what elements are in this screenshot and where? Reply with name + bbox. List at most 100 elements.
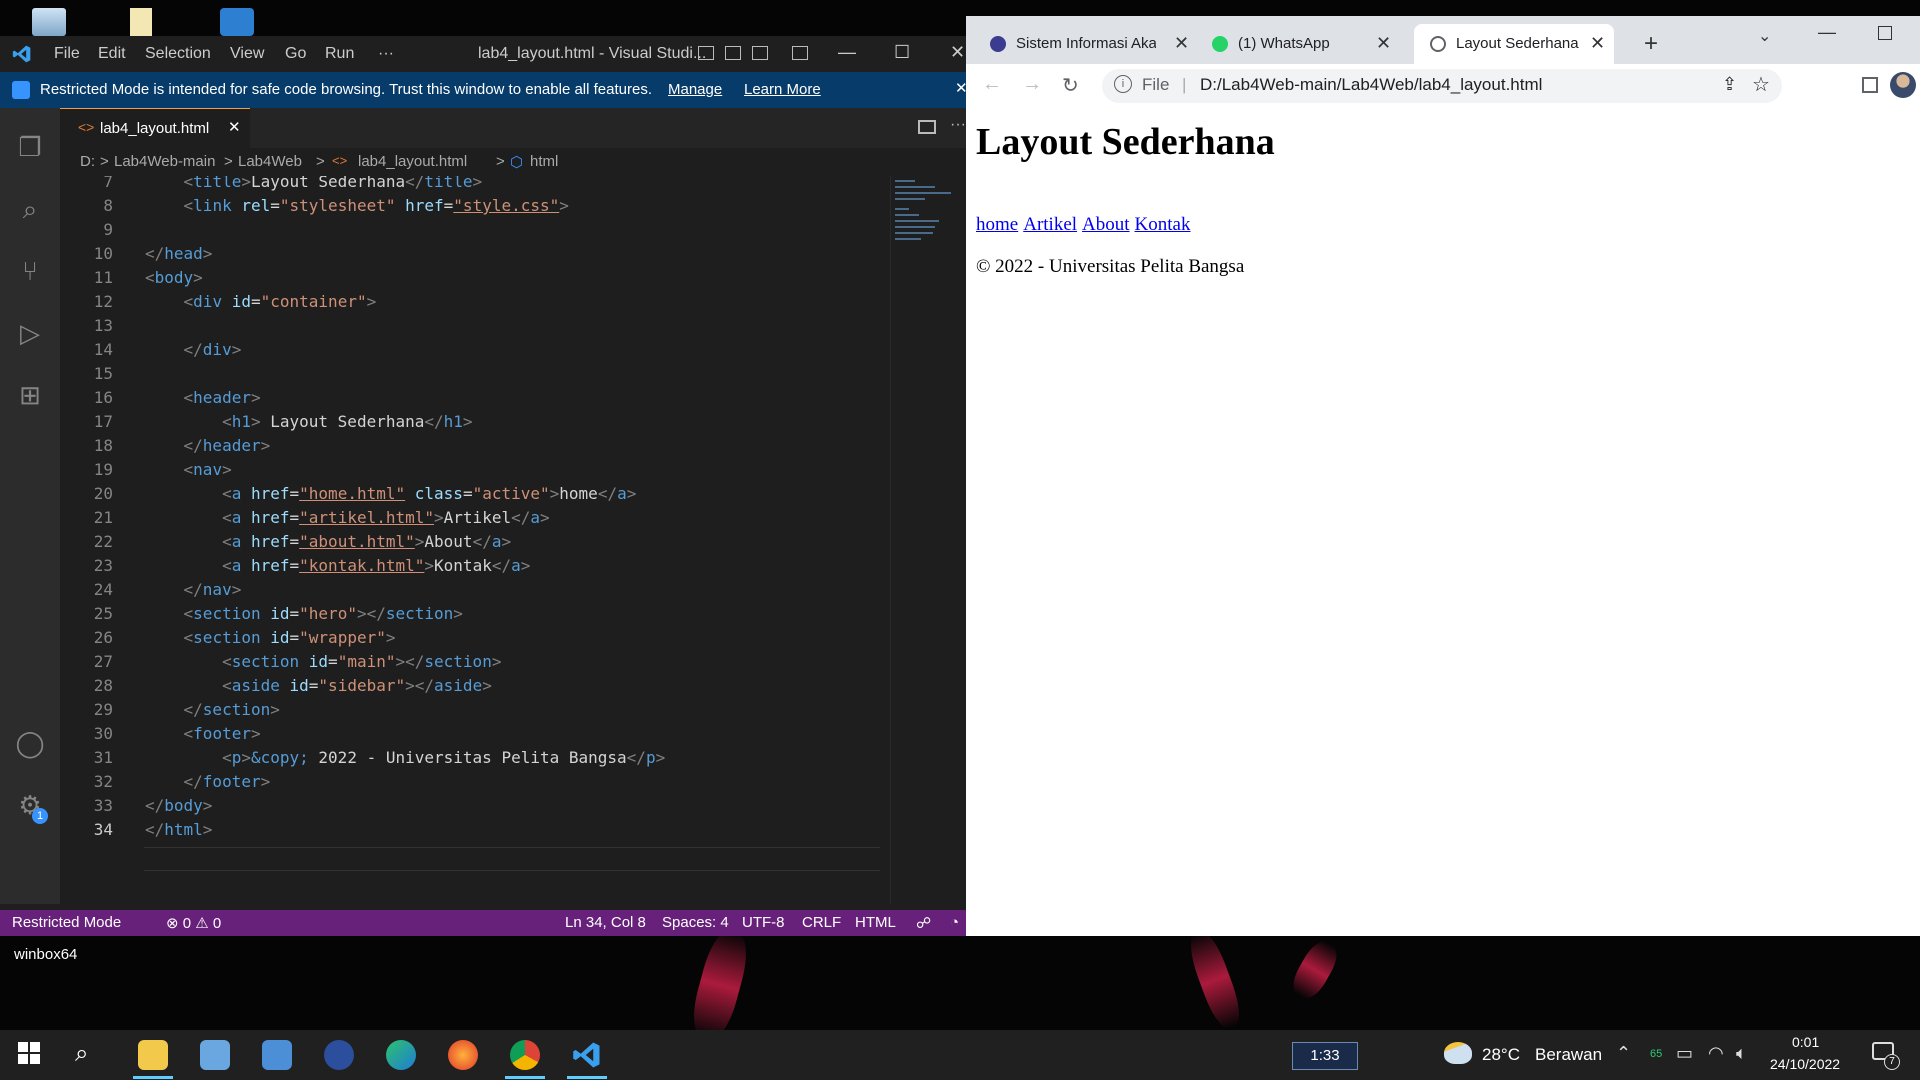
weather-description[interactable]: Berawan <box>1535 1045 1602 1065</box>
tab-lab4-layout[interactable]: <> lab4_layout.html ✕ <box>60 108 250 149</box>
back-icon[interactable]: ← <box>982 73 1002 96</box>
maximize-icon[interactable]: ☐ <box>894 42 910 63</box>
side-panel-icon[interactable] <box>1862 77 1878 93</box>
vscode-icon[interactable] <box>572 1040 602 1070</box>
site-info-icon[interactable]: i <box>1114 75 1132 93</box>
running-indicator <box>505 1076 545 1079</box>
search-icon[interactable]: ⌕ <box>15 194 45 224</box>
maximize-icon[interactable] <box>1878 26 1892 40</box>
minimize-icon[interactable]: — <box>838 42 856 63</box>
wifi-icon[interactable]: ◠ <box>1708 1043 1724 1064</box>
source-control-icon[interactable]: ⑂ <box>15 256 45 286</box>
start-windows-icon[interactable] <box>16 1040 46 1070</box>
chrome-tab-strip: Sistem Informasi Aka ✕ (1) WhatsApp ✕ La… <box>966 16 1920 64</box>
toggle-primary-sidebar-icon[interactable] <box>698 46 714 60</box>
code-editor[interactable]: 7 <title>Layout Sederhana</title> 8 <lin… <box>60 176 890 904</box>
wallpaper-streak <box>686 926 754 1030</box>
app-icon[interactable] <box>200 1040 230 1070</box>
nav-link-home[interactable]: home <box>976 214 1018 235</box>
nav-link-kontak[interactable]: Kontak <box>1135 214 1191 235</box>
menu-edit[interactable]: Edit <box>98 45 126 63</box>
minimap-line <box>895 220 939 222</box>
tab-close-icon[interactable]: ✕ <box>1174 33 1189 54</box>
tab-sistem-informasi[interactable]: Sistem Informasi Aka ✕ <box>974 24 1194 64</box>
breadcrumb-sep: > <box>496 153 505 170</box>
menu-more[interactable]: ··· <box>378 45 394 63</box>
more-actions-icon[interactable]: ··· <box>950 116 966 134</box>
explorer-icon[interactable]: ❐ <box>15 132 45 162</box>
volume-icon[interactable]: 🔈︎ <box>1736 1043 1747 1064</box>
tab-close-icon[interactable]: ✕ <box>1590 33 1605 54</box>
tab-close-icon[interactable]: ✕ <box>1376 33 1391 54</box>
profile-avatar[interactable] <box>1890 72 1916 98</box>
weather-temperature[interactable]: 28°C <box>1482 1045 1520 1065</box>
clock-time[interactable]: 0:01 <box>1792 1034 1819 1050</box>
status-encoding[interactable]: UTF-8 <box>742 914 785 931</box>
menu-go[interactable]: Go <box>285 45 306 63</box>
code-line: 28 <aside id="sidebar"></aside> <box>93 676 492 695</box>
minimap[interactable] <box>890 176 967 904</box>
desktop-label[interactable]: winbox64 <box>14 946 77 963</box>
accounts-icon[interactable]: ◯ <box>15 728 45 758</box>
breadcrumb-drive[interactable]: D: <box>80 153 95 170</box>
reload-icon[interactable]: ↻ <box>1062 73 1079 98</box>
manage-link[interactable]: Manage <box>668 81 722 98</box>
status-indentation[interactable]: Spaces: 4 <box>662 914 729 931</box>
firefox-icon[interactable] <box>448 1040 478 1070</box>
chevron-up-icon[interactable]: ⌃ <box>1616 1043 1631 1064</box>
extensions-icon[interactable]: ⊞ <box>15 380 45 410</box>
search-icon[interactable]: ⌕ <box>75 1040 105 1070</box>
weather-icon[interactable] <box>1444 1042 1472 1064</box>
breadcrumb-sep: > <box>100 153 109 170</box>
status-eol[interactable]: CRLF <box>802 914 841 931</box>
toggle-panel-icon[interactable] <box>725 46 741 60</box>
status-problems[interactable]: ⊗ 0 ⚠ 0 <box>166 914 221 932</box>
breadcrumb-symbol[interactable]: html <box>530 153 558 170</box>
app-shortcut-icon[interactable] <box>220 8 254 36</box>
breadcrumb-folder[interactable]: Lab4Web <box>238 153 302 170</box>
learn-more-link[interactable]: Learn More <box>744 81 821 98</box>
status-language[interactable]: HTML <box>855 914 896 931</box>
minimize-icon[interactable]: — <box>1818 22 1836 43</box>
chrome-icon[interactable] <box>510 1040 540 1070</box>
share-icon[interactable]: ⇪ <box>1722 74 1737 95</box>
status-bar: Restricted Mode ⊗ 0 ⚠ 0 Ln 34, Col 8 Spa… <box>0 910 966 936</box>
run-debug-icon[interactable]: ▷ <box>15 318 45 348</box>
tab-whatsapp[interactable]: (1) WhatsApp ✕ <box>1196 24 1396 64</box>
nav-link-about[interactable]: About <box>1082 214 1130 235</box>
forward-icon[interactable]: → <box>1022 73 1042 96</box>
address-bar[interactable]: i File | D:/Lab4Web-main/Lab4Web/lab4_la… <box>1102 69 1782 103</box>
tab-search-icon[interactable]: ⌄ <box>1758 26 1771 46</box>
tab-layout-sederhana[interactable]: Layout Sederhana ✕ <box>1414 24 1614 64</box>
toggle-secondary-sidebar-icon[interactable] <box>752 46 768 60</box>
breadcrumb-file[interactable]: lab4_layout.html <box>358 153 467 170</box>
taskbar: ⌕ 1:33 28°C Berawan ⌃ 65 ▭ ◠ 🔈︎ 0:01 24/… <box>0 1030 1920 1080</box>
nav-link-artikel[interactable]: Artikel <box>1023 214 1077 235</box>
timer-widget[interactable]: 1:33 <box>1292 1042 1358 1070</box>
new-tab-button[interactable]: + <box>1644 30 1658 58</box>
notifications-bell-icon[interactable]: ◔ <box>950 914 959 931</box>
breadcrumb-folder[interactable]: Lab4Web-main <box>114 153 215 170</box>
app-icon[interactable] <box>324 1040 354 1070</box>
menu-run[interactable]: Run <box>325 45 354 63</box>
clock-date[interactable]: 24/10/2022 <box>1770 1056 1840 1072</box>
menu-view[interactable]: View <box>230 45 264 63</box>
close-icon[interactable]: ✕ <box>950 42 965 63</box>
edge-icon[interactable] <box>386 1040 416 1070</box>
document-icon[interactable] <box>130 8 152 36</box>
battery-icon[interactable]: ▭ <box>1676 1043 1693 1064</box>
split-editor-icon[interactable] <box>918 120 936 134</box>
tab-close-icon[interactable]: ✕ <box>228 118 241 136</box>
menu-selection[interactable]: Selection <box>145 45 211 63</box>
code-line: 20 <a href="home.html" class="active">ho… <box>93 484 637 503</box>
status-cursor-position[interactable]: Ln 34, Col 8 <box>565 914 646 931</box>
menu-file[interactable]: File <box>54 45 80 63</box>
app-icon[interactable] <box>262 1040 292 1070</box>
feedback-icon[interactable]: ☍ <box>916 914 931 932</box>
customize-layout-icon[interactable] <box>792 46 808 60</box>
recycle-bin-icon[interactable] <box>32 8 66 36</box>
url-text[interactable]: D:/Lab4Web-main/Lab4Web/lab4_layout.html <box>1200 75 1542 95</box>
status-restricted-mode[interactable]: Restricted Mode <box>12 914 121 931</box>
bookmark-star-icon[interactable]: ☆ <box>1752 72 1770 97</box>
file-explorer-icon[interactable] <box>138 1040 168 1070</box>
